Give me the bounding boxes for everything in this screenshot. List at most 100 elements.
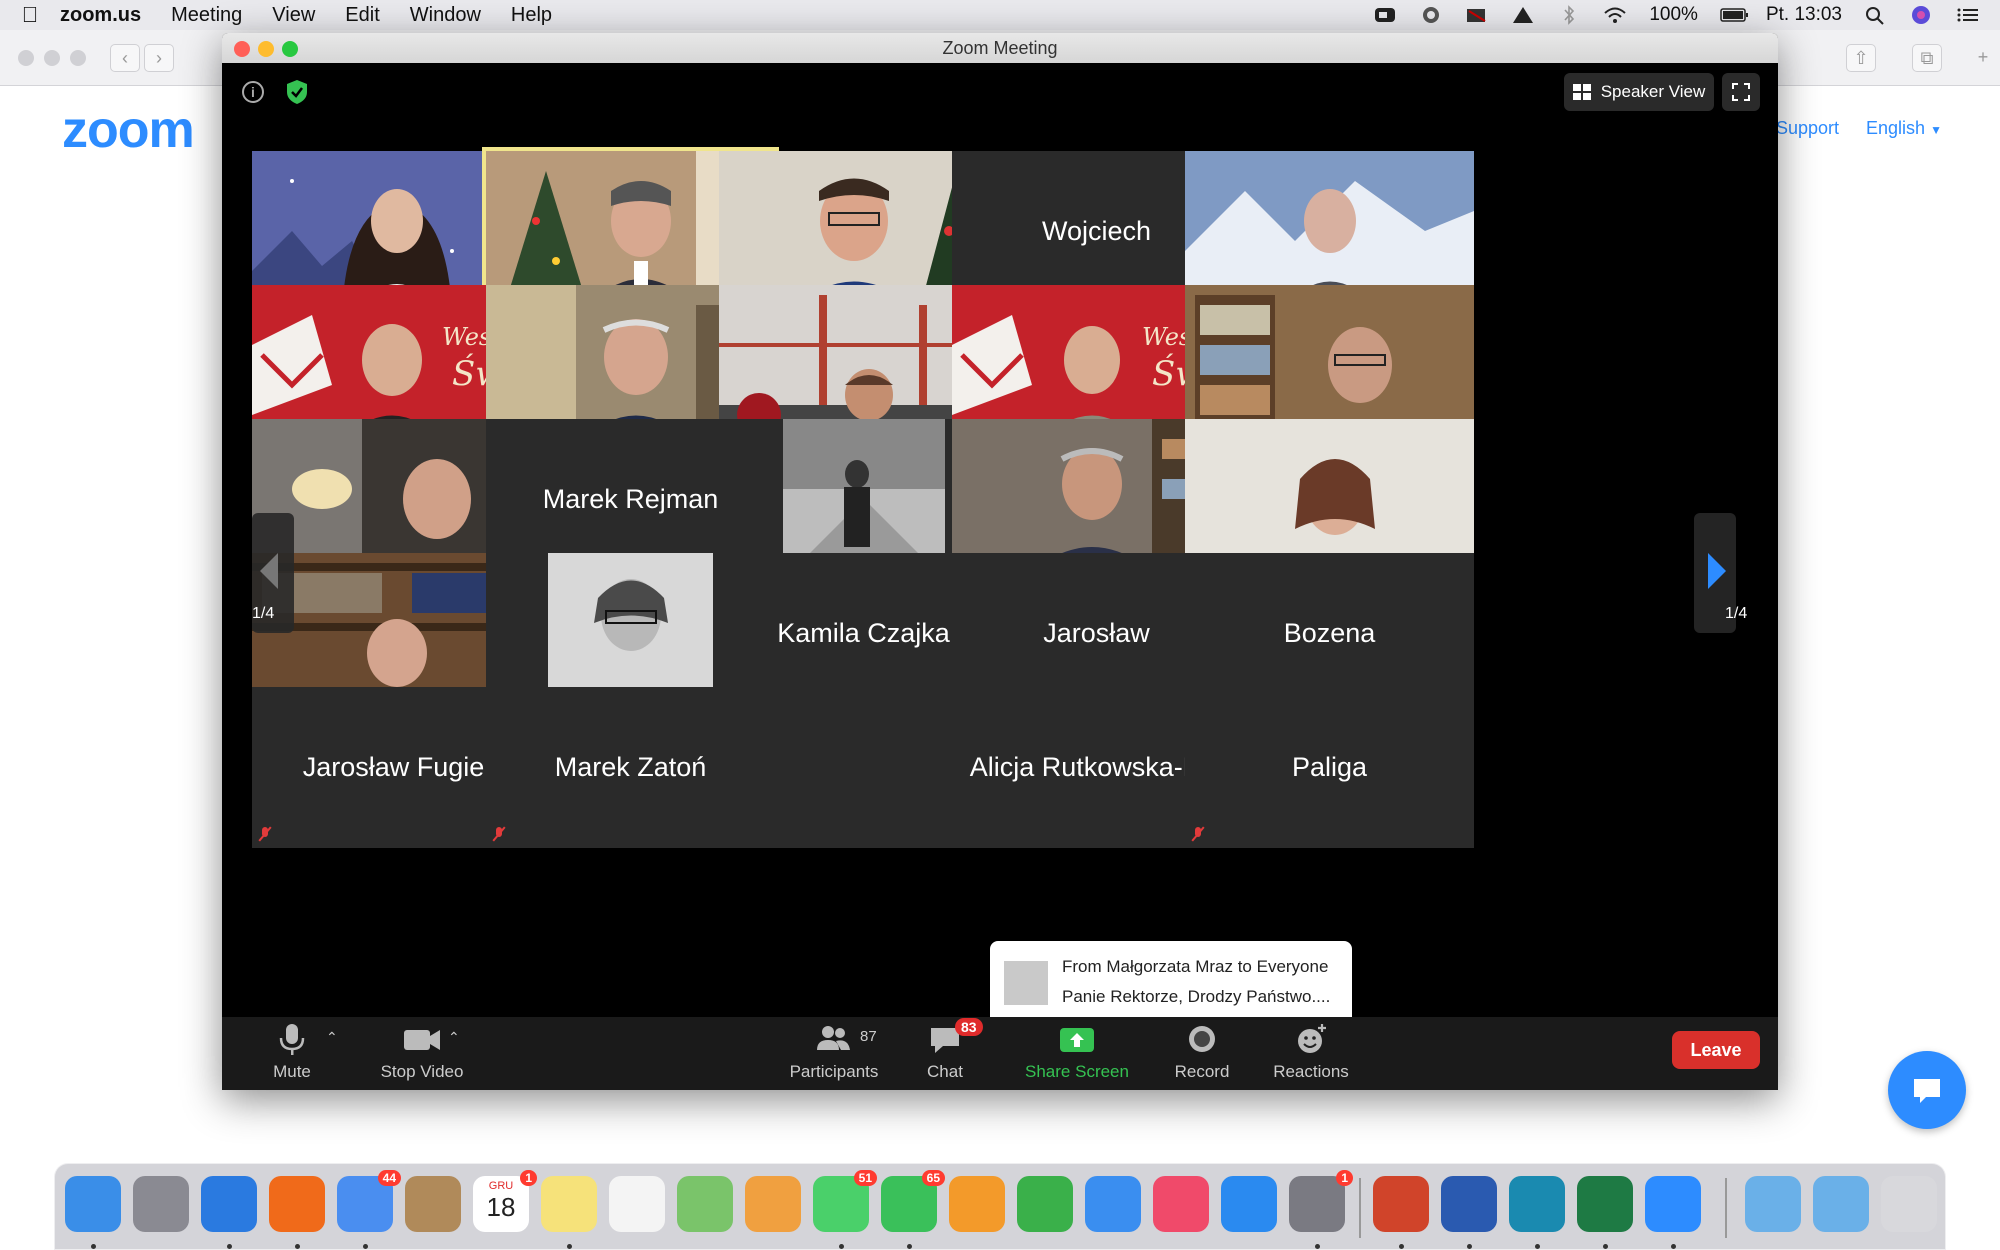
word-icon[interactable] <box>1441 1176 1497 1232</box>
participants-label: Participants <box>789 1062 879 1081</box>
chat-label: Chat <box>927 1062 963 1081</box>
menu-help[interactable]: Help <box>511 4 552 27</box>
window-zoom-icon[interactable] <box>282 41 298 57</box>
support-link[interactable]: Support <box>1776 118 1839 139</box>
pages-icon[interactable] <box>949 1176 1005 1232</box>
stop-video-button[interactable]: Stop Video <box>362 1017 482 1090</box>
participant-tile[interactable]: Paliga <box>1185 687 1474 848</box>
menu-view[interactable]: View <box>272 4 315 27</box>
bluetooth-icon[interactable] <box>1557 5 1581 25</box>
macos-dock: 44 GRU 18 1 51 65 1 <box>54 1163 1946 1250</box>
chevron-down-icon: ▼ <box>1930 123 1942 137</box>
app-store-icon[interactable] <box>1221 1176 1277 1232</box>
meeting-toolbar: Mute ⌃ Stop Video ⌃ 87 Participants 83 C… <box>222 1017 1778 1090</box>
grid-view-icon <box>1572 84 1591 100</box>
chat-bubble-icon <box>1914 1079 1940 1103</box>
photos-icon[interactable] <box>745 1176 801 1232</box>
calendar-icon[interactable]: GRU 18 1 <box>473 1170 537 1232</box>
reminders-icon[interactable] <box>609 1176 665 1232</box>
menu-window[interactable]: Window <box>410 4 481 27</box>
window-close-icon[interactable] <box>234 41 250 57</box>
launchpad-icon[interactable] <box>133 1176 189 1232</box>
mail-icon[interactable]: 44 <box>337 1170 401 1232</box>
safari-icon[interactable] <box>201 1176 257 1232</box>
calendar-day: 18 <box>486 1192 516 1222</box>
contacts-icon[interactable] <box>405 1176 461 1232</box>
chat-icon: 83 <box>925 1018 983 1056</box>
numbers-icon[interactable] <box>1017 1176 1073 1232</box>
leave-meeting-button[interactable]: Leave <box>1672 1031 1760 1069</box>
spotlight-search-icon[interactable] <box>1864 5 1888 25</box>
window-minimize-icon[interactable] <box>258 41 274 57</box>
sync-status-icon[interactable] <box>1419 5 1443 25</box>
menu-edit[interactable]: Edit <box>345 4 379 27</box>
trash-icon[interactable] <box>1881 1176 1937 1232</box>
notification-center-icon[interactable] <box>1956 5 1980 25</box>
browser-share-icon[interactable]: ⇧ <box>1846 44 1876 72</box>
menu-meeting[interactable]: Meeting <box>171 4 242 27</box>
page-indicator-left: 1/4 <box>252 605 275 622</box>
chat-message-preview: Panie Rektorze, Drodzy Państwo.... <box>1062 987 1331 1006</box>
finder-icon[interactable] <box>65 1176 121 1232</box>
zoom-app-icon[interactable] <box>1645 1176 1701 1232</box>
excel-icon[interactable] <box>1577 1176 1633 1232</box>
reactions-smiley-icon <box>1291 1022 1331 1056</box>
menubar-clock[interactable]: Pt. 13:03 <box>1766 4 1842 26</box>
notes-icon[interactable] <box>541 1176 597 1232</box>
running-indicator <box>1315 1244 1320 1249</box>
support-chat-button[interactable] <box>1888 1051 1966 1129</box>
speaker-view-button[interactable]: Speaker View <box>1564 73 1714 111</box>
participants-button[interactable]: 87 Participants <box>784 1017 884 1090</box>
music-icon[interactable] <box>1153 1176 1209 1232</box>
mute-button[interactable]: Mute <box>252 1017 332 1090</box>
audio-options-chevron-icon[interactable]: ⌃ <box>326 1029 338 1046</box>
messages-icon[interactable]: 51 <box>813 1170 877 1232</box>
browser-close-icon[interactable] <box>18 50 34 66</box>
running-indicator <box>1467 1244 1472 1249</box>
reactions-button[interactable]: Reactions <box>1266 1017 1356 1090</box>
browser-back-icon[interactable]: ‹ <box>110 44 140 72</box>
browser-minimize-icon[interactable] <box>44 50 60 66</box>
running-indicator <box>1671 1244 1676 1249</box>
browser-tabs-icon[interactable]: ⧉ <box>1912 44 1942 72</box>
browser-forward-icon[interactable]: › <box>144 44 174 72</box>
drive-status-icon[interactable] <box>1511 5 1535 25</box>
battery-icon[interactable] <box>1720 5 1748 25</box>
wifi-icon[interactable] <box>1603 5 1627 25</box>
browser-new-tab-icon[interactable]: + <box>1968 44 1998 72</box>
video-options-chevron-icon[interactable]: ⌃ <box>448 1029 460 1046</box>
facetime-icon[interactable]: 65 <box>881 1170 945 1232</box>
applications-folder-icon[interactable] <box>1745 1176 1801 1232</box>
mute-label: Mute <box>273 1062 311 1081</box>
encryption-shield-icon[interactable] <box>286 79 308 105</box>
zoom-meeting-window: Zoom Meeting i Speaker View Izabela Ubow… <box>222 33 1778 1090</box>
record-button[interactable]: Record <box>1162 1017 1242 1090</box>
browser-zoom-icon[interactable] <box>70 50 86 66</box>
menu-app-name[interactable]: zoom.us <box>60 4 141 27</box>
maps-icon[interactable] <box>677 1176 733 1232</box>
participant-display-name: Paliga <box>1291 752 1368 782</box>
downloads-folder-icon[interactable] <box>1813 1176 1869 1232</box>
siri-icon[interactable] <box>1910 5 1934 25</box>
powerpoint-icon[interactable] <box>1373 1176 1429 1232</box>
fullscreen-button[interactable] <box>1722 73 1760 111</box>
firefox-icon[interactable] <box>269 1176 325 1232</box>
apple-menu-icon[interactable]:  <box>0 2 60 28</box>
chat-button[interactable]: 83 Chat <box>910 1017 983 1090</box>
system-preferences-icon[interactable]: 1 <box>1289 1170 1353 1232</box>
chat-notification-popup[interactable]: From Małgorzata Mraz to Everyone Panie R… <box>990 941 1352 1040</box>
zoom-logo[interactable]: zoom <box>62 100 195 160</box>
edge-icon[interactable] <box>1509 1176 1565 1232</box>
microphone-icon <box>272 1022 312 1056</box>
cloud-status-icon[interactable] <box>1465 5 1489 25</box>
language-selector[interactable]: English ▼ <box>1866 118 1942 139</box>
stop-video-label: Stop Video <box>380 1062 464 1081</box>
meeting-top-bar <box>222 63 1778 123</box>
window-title: Zoom Meeting <box>942 38 1058 58</box>
window-title-bar: Zoom Meeting <box>222 33 1778 63</box>
meeting-info-icon[interactable]: i <box>242 81 264 103</box>
zoom-status-icon[interactable] <box>1373 5 1397 25</box>
keynote-icon[interactable] <box>1085 1176 1141 1232</box>
gallery-grid: Izabela UbowskaAndrzej RokitaIreneusz Ci… <box>222 123 1778 1017</box>
share-screen-button[interactable]: Share Screen <box>1012 1017 1142 1090</box>
